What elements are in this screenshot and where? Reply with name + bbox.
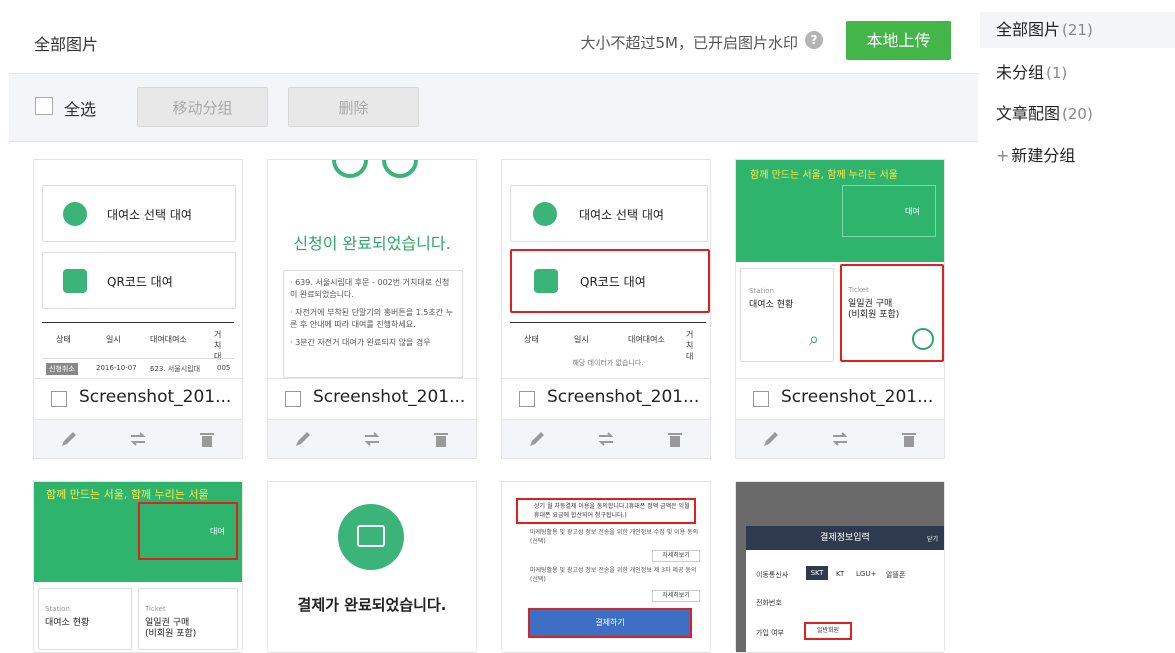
- rent-box: 대여: [842, 185, 936, 237]
- bike-icon: [332, 160, 418, 178]
- sidebar-item-ungrouped[interactable]: 未分组 (1): [980, 55, 1175, 91]
- move-icon[interactable]: [362, 429, 382, 449]
- image-name-row: Screenshot_201...: [502, 379, 710, 420]
- group-sidebar: 全部图片 (21) 未分组 (1) 文章配图 (20) + 新建分组: [980, 0, 1175, 643]
- history-table-head: 상태 일시 대여대여소 거치대: [42, 322, 234, 361]
- image-checkbox[interactable]: [51, 391, 67, 407]
- new-group-button[interactable]: + 新建分组: [980, 138, 1175, 174]
- won-icon: [912, 328, 934, 350]
- terms-auto-pay: 상기 월 자동결제 이용을 동의합니다.(휴대폰 정액 금액은 익월 휴대폰 요…: [516, 498, 696, 524]
- header-bar: 全部图片 大小不超过5M，已开启图片水印 ? 本地上传: [9, 5, 978, 74]
- image-thumbnail[interactable]: 함께 만드는 서울, 함께 누리는 서울 대여 Station 대여소 현황 T…: [34, 482, 242, 653]
- slogan-banner: 함께 만드는 서울, 함께 누리는 서울 대여: [34, 482, 242, 582]
- image-filename: Screenshot_201...: [79, 387, 232, 407]
- detail-button: 자세히보기: [652, 590, 700, 602]
- ticket-box-highlight: Ticket 일일권 구매 (비회원 포함): [840, 264, 944, 362]
- no-data-text: 해당 데이터가 없습니다.: [572, 359, 644, 367]
- trash-icon[interactable]: [431, 429, 451, 449]
- image-thumbnail[interactable]: 결제가 완료되었습니다.: [268, 482, 476, 653]
- image-thumbnail[interactable]: 함께 만드는 서울, 함께 누리는 서울 대여 Station 대여소 현황 ⌕…: [736, 160, 944, 379]
- image-actions: [502, 420, 710, 458]
- station-status-box: Station 대여소 현황 ⌕: [740, 268, 834, 362]
- ticket-box: Ticket 일일권 구매 (비회원 포함): [138, 588, 238, 650]
- rental-station-text: 대여소 선택 대여: [579, 208, 664, 222]
- sidebar-item-all[interactable]: 全部图片 (21): [980, 12, 1175, 48]
- image-checkbox[interactable]: [753, 391, 769, 407]
- image-card[interactable]: 결제정보입력 닫기 이동통신사 SKT KT LGU+ 알뜰폰 전화번호 가입 …: [735, 481, 945, 653]
- move-icon[interactable]: [128, 429, 148, 449]
- image-name-row: Screenshot_201...: [736, 379, 944, 420]
- edit-icon[interactable]: [293, 429, 313, 449]
- edit-icon[interactable]: [59, 429, 79, 449]
- help-icon[interactable]: ?: [805, 31, 823, 49]
- image-actions: [736, 420, 944, 458]
- history-table-row: 신청취소 2016-10-07 623. 서울시립대 005: [42, 358, 234, 378]
- edit-icon[interactable]: [761, 429, 781, 449]
- image-card[interactable]: 대여소 선택 대여 QR코드 대여 상태 일시 대여대여소 거치대 신청취소 2…: [33, 159, 243, 459]
- upload-button[interactable]: 本地上传: [846, 21, 951, 60]
- image-filename: Screenshot_201...: [781, 387, 934, 407]
- trash-icon[interactable]: [899, 429, 919, 449]
- image-card[interactable]: 신청이 완료되었습니다. · 639. 서울시립대 후문 - 002번 거치대로…: [267, 159, 477, 459]
- history-table-head: 상태 일시 대여대여소 거치대: [510, 322, 706, 361]
- pay-done-text: 결제가 완료되었습니다.: [297, 596, 447, 614]
- toolbar: 全选 移动分组 删除: [9, 74, 978, 142]
- image-thumbnail[interactable]: 대여소 선택 대여 QR코드 대여 상태 일시 대여대여소 거치대 해당 데이터…: [502, 160, 710, 379]
- upload-hint: 大小不超过5M，已开启图片水印: [580, 34, 799, 52]
- image-actions: [34, 420, 242, 458]
- qr-rental-box: QR코드 대여: [42, 252, 236, 309]
- terms-marketing: 마케팅활용 및 광고성 정보 전송을 위한 개인정보 수집 및 이용 동의(선택…: [530, 529, 699, 545]
- search-icon: ⌕: [809, 329, 820, 350]
- edit-icon[interactable]: [527, 429, 547, 449]
- rent-box-highlight: 대여: [138, 502, 238, 560]
- slogan-banner: 함께 만드는 서울, 함께 누리는 서울 대여: [736, 160, 944, 262]
- image-name-row: Screenshot_201...: [268, 379, 476, 420]
- pay-button-highlight: 결제하기: [528, 608, 692, 638]
- image-thumbnail[interactable]: 신청이 완료되었습니다. · 639. 서울시립대 후문 - 002번 거치대로…: [268, 160, 476, 379]
- image-card[interactable]: 결제가 완료되었습니다.: [267, 481, 477, 653]
- apply-notes: · 639. 서울시립대 후문 - 002번 거치대로 신청이 완료되었습니다.…: [283, 270, 463, 378]
- move-group-button[interactable]: 移动分组: [137, 87, 268, 127]
- image-filename: Screenshot_201...: [547, 387, 700, 407]
- rental-station-text: 대여소 선택 대여: [107, 208, 192, 222]
- move-icon[interactable]: [596, 429, 616, 449]
- trash-icon[interactable]: [665, 429, 685, 449]
- payment-dialog: 결제정보입력 닫기 이동통신사 SKT KT LGU+ 알뜰폰 전화번호 가입 …: [746, 526, 944, 652]
- select-all-checkbox[interactable]: [35, 97, 53, 115]
- qr-rental-text: QR코드 대여: [580, 275, 646, 289]
- payment-card-icon: [338, 504, 404, 570]
- apply-done-text: 신청이 완료되었습니다.: [293, 234, 451, 253]
- sidebar-item-article-images[interactable]: 文章配图 (20): [980, 96, 1175, 132]
- delete-button[interactable]: 删除: [288, 87, 419, 127]
- image-thumbnail[interactable]: 대여소 선택 대여 QR코드 대여 상태 일시 대여대여소 거치대 신청취소 2…: [34, 160, 242, 379]
- image-filename: Screenshot_201...: [313, 387, 466, 407]
- move-icon[interactable]: [830, 429, 850, 449]
- qr-rental-box-highlight: QR코드 대여: [510, 249, 710, 313]
- page-title: 全部图片: [34, 35, 99, 54]
- image-card[interactable]: 상기 월 자동결제 이용을 동의합니다.(휴대폰 정액 금액은 익월 휴대폰 요…: [501, 481, 711, 653]
- image-checkbox[interactable]: [519, 391, 535, 407]
- trash-icon[interactable]: [197, 429, 217, 449]
- image-name-row: Screenshot_201...: [34, 379, 242, 420]
- image-checkbox[interactable]: [285, 391, 301, 407]
- station-status-box: Station 대여소 현황: [38, 588, 132, 650]
- image-card[interactable]: 대여소 선택 대여 QR코드 대여 상태 일시 대여대여소 거치대 해당 데이터…: [501, 159, 711, 459]
- image-card[interactable]: 함께 만드는 서울, 함께 누리는 서울 대여 Station 대여소 현황 ⌕…: [735, 159, 945, 459]
- image-thumbnail[interactable]: 상기 월 자동결제 이용을 동의합니다.(휴대폰 정액 금액은 익월 휴대폰 요…: [502, 482, 710, 653]
- image-actions: [268, 420, 476, 458]
- image-thumbnail[interactable]: 결제정보입력 닫기 이동통신사 SKT KT LGU+ 알뜰폰 전화번호 가입 …: [736, 482, 944, 653]
- rental-station-box: 대여소 선택 대여: [42, 185, 236, 242]
- qr-rental-text: QR코드 대여: [107, 275, 173, 289]
- rental-station-box: 대여소 선택 대여: [510, 185, 708, 242]
- detail-button: 자세히보기: [652, 550, 700, 562]
- terms-third-party: 마케팅활용 및 광고성 정보 전송을 위한 개인정보 제 3자 제공 동의(선택…: [530, 567, 697, 583]
- select-all-label[interactable]: 全选: [64, 96, 96, 120]
- plus-icon: +: [996, 146, 1010, 165]
- image-card[interactable]: 함께 만드는 서울, 함께 누리는 서울 대여 Station 대여소 현황 T…: [33, 481, 243, 653]
